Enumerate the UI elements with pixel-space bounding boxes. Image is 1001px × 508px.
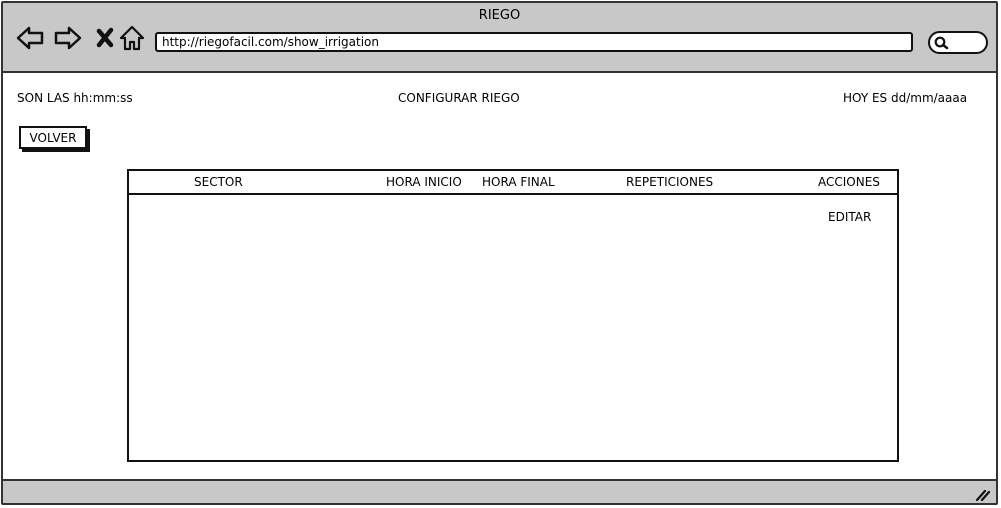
column-header-repetitions: REPETICIONES xyxy=(626,175,714,189)
table-header: SECTOR HORA INICIO HORA FINAL REPETICION… xyxy=(129,171,897,195)
back-arrow-icon[interactable] xyxy=(15,23,45,53)
column-header-end-time: HORA FINAL xyxy=(482,175,555,189)
url-input[interactable]: http://riegofacil.com/show_irrigation xyxy=(155,32,913,52)
forward-arrow-icon[interactable] xyxy=(53,23,83,53)
edit-link[interactable]: EDITAR xyxy=(828,210,871,224)
search-icon xyxy=(934,36,949,50)
status-bar xyxy=(3,479,996,503)
browser-titlebar: RIEGO http://riegofacil.com/show_irrigat… xyxy=(3,3,996,73)
window-title: RIEGO xyxy=(478,8,521,23)
column-header-actions: ACCIONES xyxy=(818,175,880,189)
column-header-sector: SECTOR xyxy=(194,175,243,189)
resize-grip-icon[interactable] xyxy=(974,487,990,501)
search-box[interactable] xyxy=(928,31,988,54)
browser-window: RIEGO http://riegofacil.com/show_irrigat… xyxy=(1,1,998,505)
current-date-label: HOY ES dd/mm/aaaa xyxy=(843,91,968,105)
back-button[interactable]: VOLVER xyxy=(19,126,87,149)
irrigation-table: SECTOR HORA INICIO HORA FINAL REPETICION… xyxy=(127,169,899,462)
page-title: CONFIGURAR RIEGO xyxy=(398,91,520,105)
current-time-label: SON LAS hh:mm:ss xyxy=(17,91,133,105)
home-icon[interactable] xyxy=(117,23,147,53)
column-header-start-time: HORA INICIO xyxy=(386,175,462,189)
